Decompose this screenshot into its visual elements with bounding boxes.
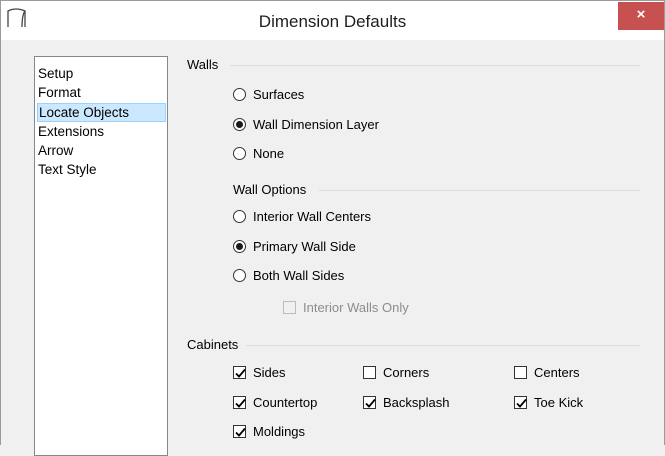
both-wall-sides-label: Both Wall Sides xyxy=(253,268,345,283)
category-list: Setup Format Locate Objects Extensions A… xyxy=(34,56,168,456)
close-icon: × xyxy=(636,6,646,23)
checkbox-box xyxy=(233,396,246,409)
primary-wall-side-label: Primary Wall Side xyxy=(253,239,356,254)
radio-button xyxy=(233,240,246,253)
radio-button xyxy=(233,118,246,131)
cabinets-group-label: Cabinets xyxy=(187,337,239,352)
wall-options-divider xyxy=(319,190,640,191)
sidebar-item-arrow[interactable]: Arrow xyxy=(37,142,166,161)
checkmark-icon xyxy=(365,398,376,408)
title-bar: Dimension Defaults × xyxy=(0,0,665,40)
toe-kick-label: Toe Kick xyxy=(534,395,584,410)
sidebar-item-setup[interactable]: Setup xyxy=(37,65,166,84)
checkbox-box xyxy=(514,396,527,409)
sides-label: Sides xyxy=(253,365,286,380)
radio-button xyxy=(233,269,246,282)
sidebar-item-extensions[interactable]: Extensions xyxy=(37,123,166,142)
checkbox-box xyxy=(363,396,376,409)
none-label: None xyxy=(253,146,285,161)
cabinets-divider xyxy=(246,345,640,346)
checkbox-box xyxy=(514,366,527,379)
checkbox-box xyxy=(233,425,246,438)
close-button[interactable]: × xyxy=(618,2,664,30)
sidebar-item-locate-objects[interactable]: Locate Objects xyxy=(37,103,166,122)
walls-group-label: Walls xyxy=(187,57,219,72)
backsplash-label: Backsplash xyxy=(383,395,450,410)
checkmark-icon xyxy=(516,398,527,408)
radio-button xyxy=(233,210,246,223)
checkbox-box xyxy=(233,366,246,379)
checkbox-box xyxy=(363,366,376,379)
radio-button xyxy=(233,147,246,160)
sidebar-item-text-style[interactable]: Text Style xyxy=(37,161,166,180)
sidebar-item-format[interactable]: Format xyxy=(37,84,166,103)
radio-button xyxy=(233,88,246,101)
interior-walls-only-label: Interior Walls Only xyxy=(303,300,409,315)
checkmark-icon xyxy=(235,427,246,437)
centers-label: Centers xyxy=(534,365,580,380)
moldings-label: Moldings xyxy=(253,424,306,439)
dialog-body: Setup Format Locate Objects Extensions A… xyxy=(0,40,665,456)
countertop-label: Countertop xyxy=(253,395,318,410)
checkbox-box xyxy=(283,301,296,314)
interior-wall-centers-label: Interior Wall Centers xyxy=(253,209,371,224)
corners-label: Corners xyxy=(383,365,430,380)
wall-dimension-layer-label: Wall Dimension Layer xyxy=(253,117,379,132)
window-title: Dimension Defaults xyxy=(258,12,407,31)
wall-options-group-label: Wall Options xyxy=(233,182,307,197)
walls-divider xyxy=(230,65,640,66)
checkmark-icon xyxy=(235,368,246,378)
checkmark-icon xyxy=(235,398,246,408)
surfaces-label: Surfaces xyxy=(253,87,305,102)
